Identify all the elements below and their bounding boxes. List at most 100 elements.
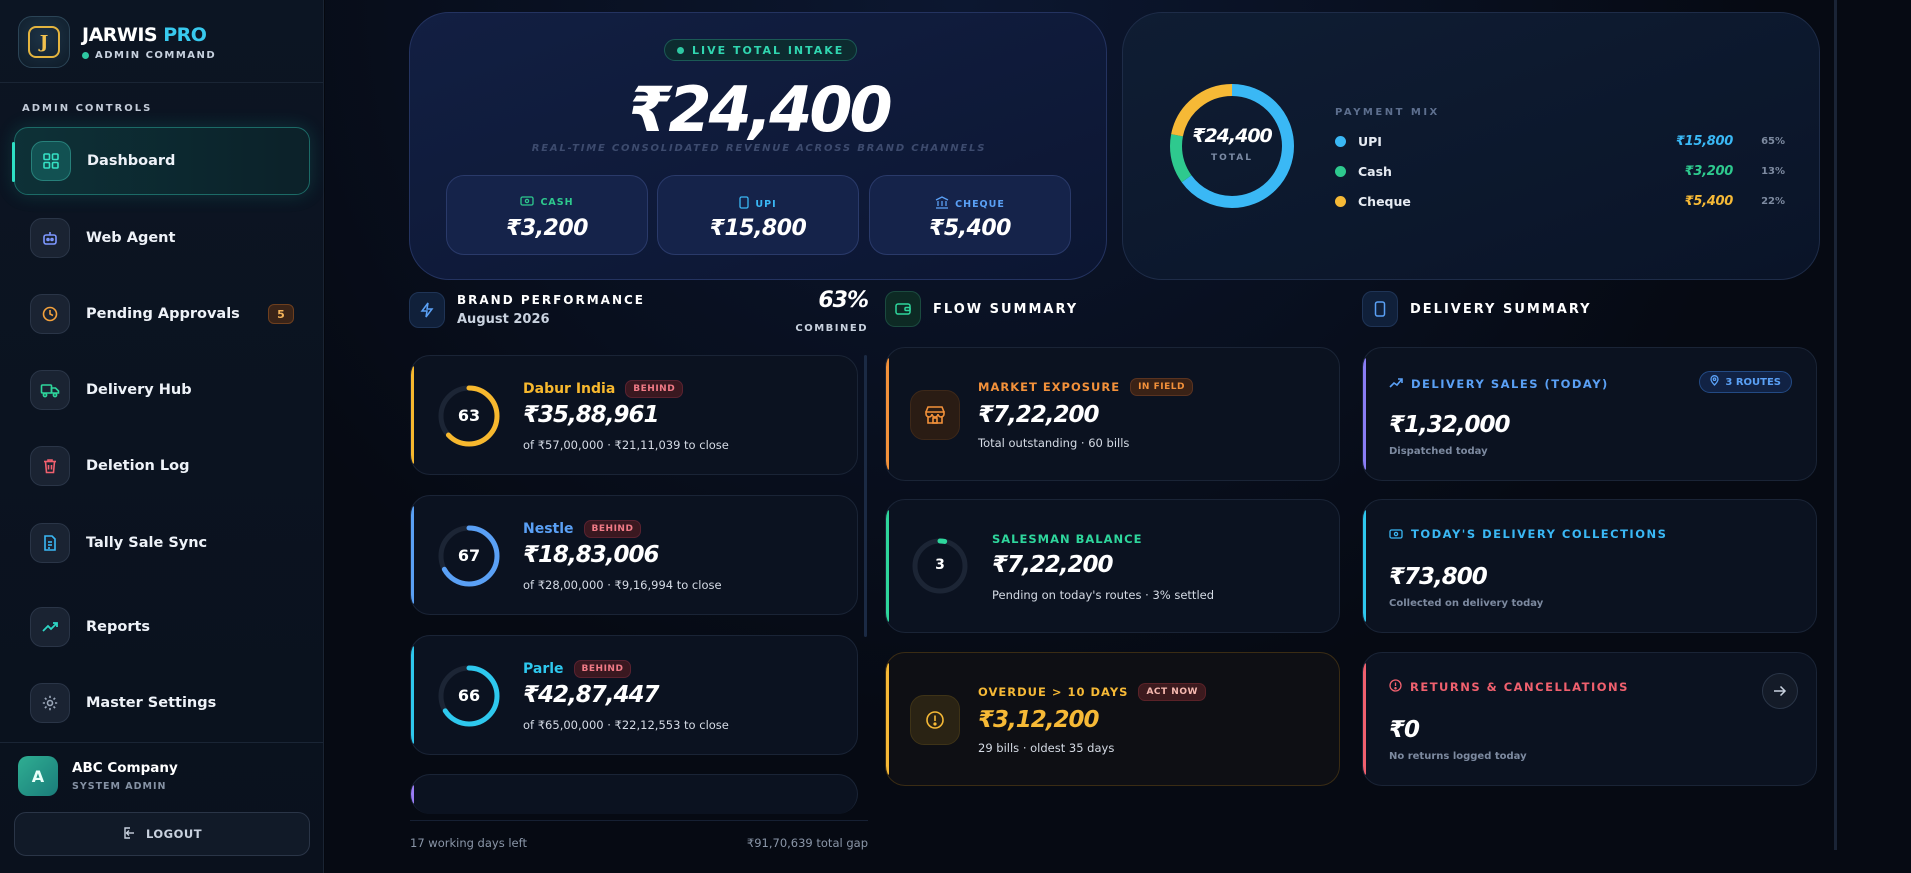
combined-pct: 63% xyxy=(818,288,869,313)
gear-icon xyxy=(30,683,70,723)
phone-icon xyxy=(739,196,750,212)
scrollbar[interactable] xyxy=(1834,0,1837,850)
behind-tag: BEHIND xyxy=(573,660,632,678)
cheque-swatch xyxy=(1335,195,1346,207)
sidebar-item-label: Deletion Log xyxy=(86,458,190,474)
logout-icon xyxy=(122,826,136,843)
flow-summary-header: FLOW SUMMARY xyxy=(885,291,1078,327)
salesman-balance-card[interactable]: 3 SALESMAN BALANCE ₹7,22,200 Pending on … xyxy=(885,499,1340,633)
brand-card-partial xyxy=(410,774,858,814)
brand-card[interactable]: 67 Nestle BEHIND ₹18,83,006 of ₹28,00,000 · … xyxy=(410,495,858,615)
brand-name: Dabur India xyxy=(523,381,616,397)
truck-icon xyxy=(30,370,70,410)
user-name: ABC Company xyxy=(72,760,178,776)
combined-label: COMBINED xyxy=(795,323,868,334)
live-dot-icon xyxy=(677,46,684,54)
cash-swatch xyxy=(1335,165,1346,177)
delivery-collections-card[interactable]: TODAY'S DELIVERY COLLECTIONS ₹73,800 Col… xyxy=(1362,499,1817,633)
wallet-icon xyxy=(885,291,921,327)
alert-circle-icon xyxy=(1389,677,1402,696)
sidebar-item-dashboard[interactable]: Dashboard xyxy=(12,127,310,195)
sidebar-item-label: Web Agent xyxy=(86,230,176,246)
returns-sub: No returns logged today xyxy=(1389,751,1527,762)
brand-list-scrollbar[interactable] xyxy=(864,355,867,637)
brand-score: 63 xyxy=(457,406,481,425)
upi-intake-card: UPI ₹15,800 xyxy=(657,175,859,255)
sidebar-item-master-settings[interactable]: Master Settings xyxy=(14,669,310,737)
brand-card[interactable]: 63 Dabur India BEHIND ₹35,88,961 of ₹57,00,0… xyxy=(410,355,858,475)
sidebar-item-web-agent[interactable]: Web Agent xyxy=(14,204,310,272)
user-profile[interactable]: A ABC Company SYSTEM ADMIN xyxy=(18,756,178,796)
cheque-intake-card: CHEQUE ₹5,400 xyxy=(869,175,1071,255)
sidebar-item-label: Master Settings xyxy=(86,695,217,711)
donut-total-value: ₹24,400 xyxy=(1192,125,1273,147)
brand-performance-period: August 2026 xyxy=(457,312,550,327)
brand-progress-ring: 67 xyxy=(435,522,503,590)
brand: J JARWIS PRO ADMIN COMMAND xyxy=(18,16,216,68)
brand-score: 66 xyxy=(457,686,481,705)
sidebar-item-reports[interactable]: Reports xyxy=(14,593,310,661)
divider xyxy=(0,742,323,743)
live-badge: LIVE TOTAL INTAKE xyxy=(664,39,858,61)
overdue-card[interactable]: OVERDUE > 10 DAYS ACT NOW ₹3,12,200 29 b… xyxy=(885,652,1340,786)
sidebar-item-label: Delivery Hub xyxy=(86,382,192,398)
routes-badge[interactable]: 3 ROUTES xyxy=(1699,371,1792,393)
divider xyxy=(0,82,323,83)
payment-row-cheque: Cheque ₹5,400 22% xyxy=(1335,191,1785,211)
overdue-sub: 29 bills · oldest 35 days xyxy=(978,741,1115,755)
act-now-tag: ACT NOW xyxy=(1138,683,1206,701)
salesman-balance-value: ₹7,22,200 xyxy=(992,552,1113,578)
sidebar-item-delivery-hub[interactable]: Delivery Hub xyxy=(14,356,310,424)
cash-value: ₹3,200 xyxy=(506,216,588,241)
status-dot-icon xyxy=(82,51,89,59)
sidebar-item-deletion-log[interactable]: Deletion Log xyxy=(14,432,310,500)
upi-swatch xyxy=(1335,135,1346,147)
delivery-collections-sub: Collected on delivery today xyxy=(1389,598,1544,609)
payment-donut-chart: ₹24,400 TOTAL xyxy=(1167,81,1297,211)
cash-intake-card: CASH ₹3,200 xyxy=(446,175,648,255)
market-exposure-card[interactable]: MARKET EXPOSURE IN FIELD ₹7,22,200 Total… xyxy=(885,347,1340,481)
salesman-count: 3 xyxy=(935,557,945,573)
trash-icon xyxy=(30,446,70,486)
delivery-summary-title: DELIVERY SUMMARY xyxy=(1410,301,1592,317)
trending-up-icon xyxy=(30,607,70,647)
behind-tag: BEHIND xyxy=(625,380,684,398)
trending-up-icon xyxy=(1389,374,1403,393)
sidebar-item-label: Dashboard xyxy=(87,153,176,169)
delivery-sales-label: DELIVERY SALES (TODAY) xyxy=(1411,376,1609,391)
salesman-balance-sub: Pending on today's routes · 3% settled xyxy=(992,588,1215,602)
total-intake-value: ₹24,400 xyxy=(628,73,892,146)
returns-card[interactable]: RETURNS & CANCELLATIONS ₹0 No returns lo… xyxy=(1362,652,1817,786)
total-intake-subtitle: REAL-TIME CONSOLIDATED REVENUE ACROSS BR… xyxy=(531,143,987,154)
cheque-value: ₹5,400 xyxy=(929,216,1011,241)
lightning-icon xyxy=(409,292,445,328)
robot-icon xyxy=(30,218,70,258)
delivery-sales-value: ₹1,32,000 xyxy=(1389,412,1510,438)
behind-tag: BEHIND xyxy=(583,520,642,538)
salesman-ring: 3 xyxy=(910,536,970,596)
returns-arrow-button[interactable] xyxy=(1762,673,1798,709)
pending-count-badge: 5 xyxy=(268,304,294,324)
brand-card[interactable]: 66 Parle BEHIND ₹42,87,447 of ₹65,00,000 · ₹… xyxy=(410,635,858,755)
bank-icon xyxy=(935,196,949,212)
brand-progress-ring: 63 xyxy=(435,382,503,450)
market-exposure-value: ₹7,22,200 xyxy=(978,402,1099,428)
sidebar-item-pending-approvals[interactable]: Pending Approvals 5 xyxy=(14,280,310,348)
brand-value: ₹18,83,006 xyxy=(523,542,660,568)
working-days-left: 17 working days left xyxy=(410,836,527,850)
sidebar-item-tally-sale-sync[interactable]: Tally Sale Sync xyxy=(14,509,310,577)
in-field-tag: IN FIELD xyxy=(1130,378,1193,396)
overdue-value: ₹3,12,200 xyxy=(978,707,1099,733)
brand-target-sub: of ₹65,00,000 · ₹22,12,553 to close xyxy=(523,718,729,732)
brand-target-sub: of ₹28,00,000 · ₹9,16,994 to close xyxy=(523,578,722,592)
total-gap: ₹91,70,639 total gap xyxy=(746,836,868,850)
returns-value: ₹0 xyxy=(1389,717,1420,743)
brand-subtitle: ADMIN COMMAND xyxy=(82,50,216,61)
section-label: ADMIN CONTROLS xyxy=(22,103,153,114)
sidebar: J JARWIS PRO ADMIN COMMAND ADMIN CONTROL… xyxy=(0,0,324,873)
sidebar-item-label: Reports xyxy=(86,619,151,635)
payment-row-cash: Cash ₹3,200 13% xyxy=(1335,161,1785,181)
sidebar-item-label: Tally Sale Sync xyxy=(86,535,208,551)
delivery-sales-card[interactable]: DELIVERY SALES (TODAY) 3 ROUTES ₹1,32,00… xyxy=(1362,347,1817,481)
logout-button[interactable]: LOGOUT xyxy=(14,812,310,856)
